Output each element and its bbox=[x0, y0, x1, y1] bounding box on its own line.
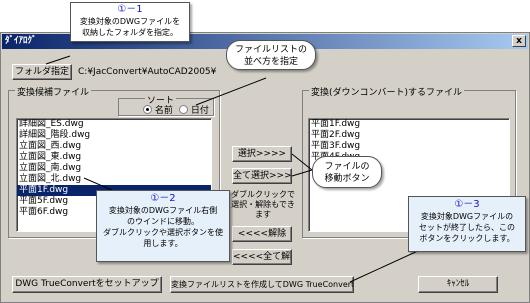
callout-launch-line-1: 変換対象DWGファイルの bbox=[420, 212, 514, 221]
callout-list-line-3: ダブルクリックや選択ボタンを使 bbox=[103, 228, 223, 237]
hint-line-3: ます bbox=[255, 210, 271, 219]
callout-sort-line-1: ファイルリストの bbox=[234, 45, 307, 55]
list-item[interactable]: 詳細図_階段.dwg bbox=[17, 130, 211, 141]
select-all-button[interactable]: 全て選択>>>> bbox=[232, 168, 292, 184]
callout-folder: ①－1 変換対象のDWGファイルを 収納したフォルダを指定。 bbox=[70, 2, 190, 42]
callout-list-line-1: 変換対象のDWGファイル右側 bbox=[108, 206, 218, 215]
sort-option-date[interactable]: 日付 bbox=[179, 103, 209, 116]
remove-all-button[interactable]: <<<<全て解除 bbox=[232, 249, 292, 265]
list-item[interactable]: 平面2F.dwg bbox=[309, 130, 509, 141]
target-files-label: 変換(ダウンコンバート)するファイル bbox=[309, 85, 465, 98]
callout-list-number: ①－2 bbox=[150, 193, 176, 204]
callout-launch-number: ①－3 bbox=[454, 199, 480, 210]
callout-launch-line-2: セットが終了したら、この bbox=[419, 223, 515, 232]
list-item[interactable]: 立面図_東.dwg bbox=[17, 152, 211, 163]
list-item[interactable]: 立面図_南.dwg bbox=[17, 163, 211, 174]
dialog-title: ﾀﾞｲｱﾛｸﾞ bbox=[5, 36, 37, 46]
hint-line-1: ダブルクリックで bbox=[231, 190, 295, 199]
hint-line-2: 選択・解除もでき bbox=[231, 200, 295, 209]
list-item[interactable]: 詳細図_ES.dwg bbox=[17, 119, 211, 130]
list-item[interactable]: 立面図_西.dwg bbox=[17, 141, 211, 152]
sort-date-label: 日付 bbox=[190, 106, 209, 116]
select-button[interactable]: 選択>>>> bbox=[232, 146, 292, 162]
callout-folder-number: ①－1 bbox=[117, 4, 143, 15]
list-item[interactable]: 立面図_北.dwg bbox=[17, 174, 211, 185]
callout-folder-line-1: 変換対象のDWGファイルを bbox=[79, 17, 181, 26]
radio-name-icon[interactable] bbox=[143, 105, 152, 114]
setup-button[interactable]: DWG TrueConvertをセットアップ bbox=[12, 276, 162, 293]
list-item[interactable]: 平面3F.dwg bbox=[309, 141, 509, 152]
radio-date-icon[interactable] bbox=[179, 105, 188, 114]
callout-list: ①－2 変換対象のDWGファイル右側 のウインドに移動。 ダブルクリックや選択ボ… bbox=[96, 190, 230, 262]
candidate-files-label: 変換候補ファイル bbox=[15, 85, 92, 98]
callout-move-line-1: ファイルの bbox=[324, 162, 370, 172]
callout-move-line-2: 移動ボタン bbox=[324, 174, 370, 184]
callout-launch-line-3: ボタンをクリックします。 bbox=[419, 234, 515, 243]
folder-path: C:¥JacConvert¥AutoCAD2005¥ bbox=[78, 67, 217, 77]
sort-name-label: 名前 bbox=[154, 106, 173, 116]
remove-button[interactable]: <<<<解除 bbox=[232, 226, 292, 242]
callout-move: ファイルの 移動ボタン bbox=[312, 156, 382, 188]
callout-launch: ①－3 変換対象DWGファイルの セットが終了したら、この ボタンをクリックしま… bbox=[408, 196, 526, 252]
cancel-button[interactable]: ｷｬﾝｾﾙ bbox=[418, 276, 498, 293]
callout-sort: ファイルリストの 並べ方を指定 bbox=[226, 40, 316, 70]
launch-button[interactable]: 変換ファイルリストを作成してDWG TrueConvertを起動 bbox=[170, 276, 354, 293]
double-click-hint: ダブルクリックで 選択・解除もでき ます bbox=[226, 190, 300, 220]
callout-list-line-2: のウインドに移動。 bbox=[127, 217, 199, 226]
callout-folder-line-2: 収納したフォルダを指定。 bbox=[82, 28, 178, 37]
callout-sort-line-2: 並べ方を指定 bbox=[243, 57, 298, 67]
sort-option-name[interactable]: 名前 bbox=[143, 103, 173, 116]
folder-select-button[interactable]: フォルダ指定 bbox=[12, 64, 72, 80]
close-button[interactable]: x bbox=[512, 35, 526, 47]
list-item[interactable]: 平面1F.dwg bbox=[309, 119, 509, 130]
callout-list-line-4: 用します。 bbox=[143, 239, 183, 248]
